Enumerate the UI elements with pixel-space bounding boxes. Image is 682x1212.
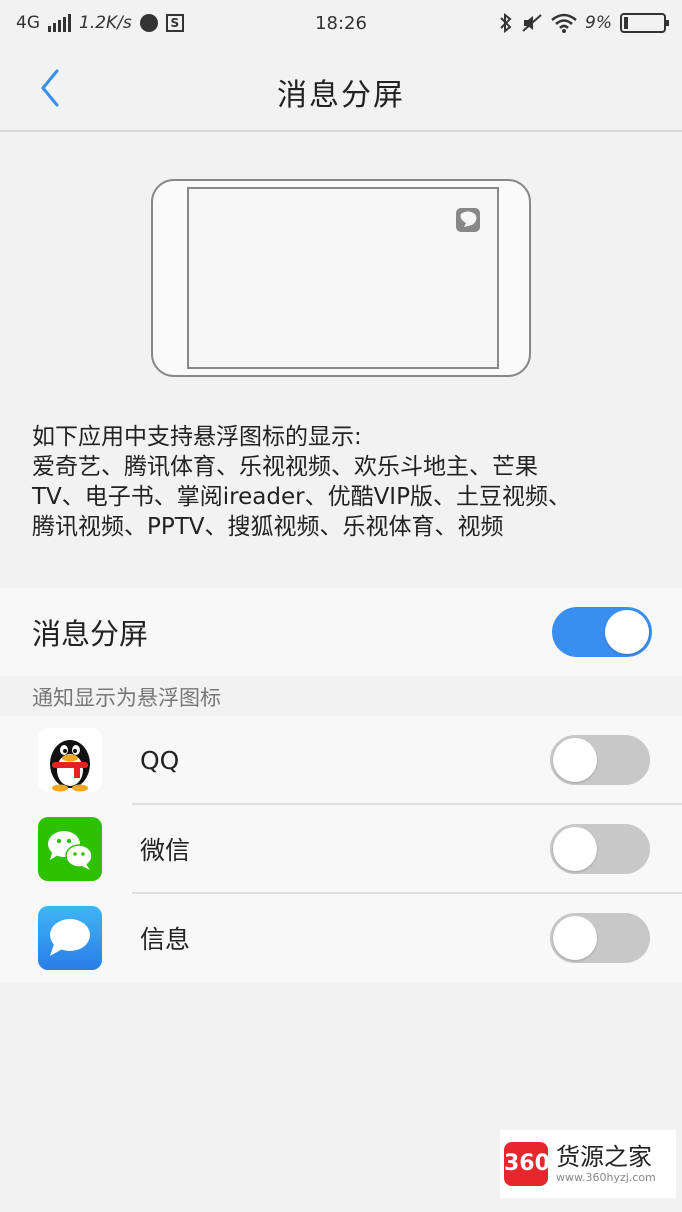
app-row-messages[interactable]: 信息 (0, 894, 682, 982)
network-speed: 1.2K/s (79, 13, 132, 33)
app-row-wechat[interactable]: 微信 (0, 805, 682, 893)
description-line: 腾讯视频、PPTV、搜狐视频、乐视体育、视频 (32, 514, 504, 540)
page-title: 消息分屏 (277, 78, 405, 113)
app-name: 微信 (140, 836, 191, 865)
app-name: QQ (140, 745, 180, 775)
app-notification-icon (139, 14, 158, 32)
status-right: 9% (499, 13, 669, 33)
toggle-knob (605, 610, 649, 654)
description-line: 如下应用中支持悬浮图标的显示: (32, 424, 362, 450)
description-line: 爱奇艺、腾讯体育、乐视视频、欢乐斗地主、芒果 (32, 454, 538, 480)
toggle-knob (553, 916, 597, 960)
signal-icon (48, 14, 71, 32)
app-row-qq[interactable]: QQ (0, 716, 682, 804)
battery-percent: 9% (585, 13, 612, 33)
messages-toggle[interactable] (550, 913, 650, 963)
wifi-icon (551, 13, 577, 33)
landscape-phone-drawing (151, 179, 531, 377)
message-split-screen-label: 消息分屏 (32, 617, 149, 651)
phone-illustration (150, 178, 532, 378)
supported-apps-description: 如下应用中支持悬浮图标的显示: 爱奇艺、腾讯体育、乐视视频、欢乐斗地主、芒果 T… (32, 422, 652, 542)
s-notification-icon: S (165, 14, 184, 32)
watermark-url: www.360hyzj.com (556, 1171, 656, 1184)
description-line: TV、电子书、掌阅ireader、优酷VIP版、土豆视频、 (32, 484, 571, 510)
mute-icon (522, 14, 542, 32)
message-split-screen-toggle[interactable] (552, 607, 652, 657)
watermark-name: 货源之家 (556, 1143, 652, 1171)
section-header: 通知显示为悬浮图标 (32, 686, 221, 710)
header: 消息分屏 (0, 46, 682, 132)
message-split-screen-row[interactable]: 消息分屏 (0, 588, 682, 676)
watermark: 360 货源之家 www.360hyzj.com (500, 1130, 676, 1198)
wechat-toggle[interactable] (550, 824, 650, 874)
watermark-logo: 360 (504, 1142, 550, 1186)
bluetooth-icon (500, 13, 512, 33)
network-type: 4G (16, 13, 40, 33)
app-name: 信息 (140, 925, 191, 954)
toggle-knob (553, 738, 597, 782)
status-left: 4G 1.2K/s S (16, 13, 184, 33)
qq-penguin-icon (38, 728, 102, 792)
wechat-icon (38, 817, 102, 881)
qq-toggle[interactable] (550, 735, 650, 785)
watermark-text: 货源之家 www.360hyzj.com (556, 1143, 656, 1185)
messages-icon (38, 906, 102, 970)
toggle-knob (553, 827, 597, 871)
status-bar: 4G 1.2K/s S 18:26 9% (0, 0, 682, 46)
app-list: QQ 微信 信息 (0, 716, 682, 982)
battery-icon (620, 13, 669, 33)
